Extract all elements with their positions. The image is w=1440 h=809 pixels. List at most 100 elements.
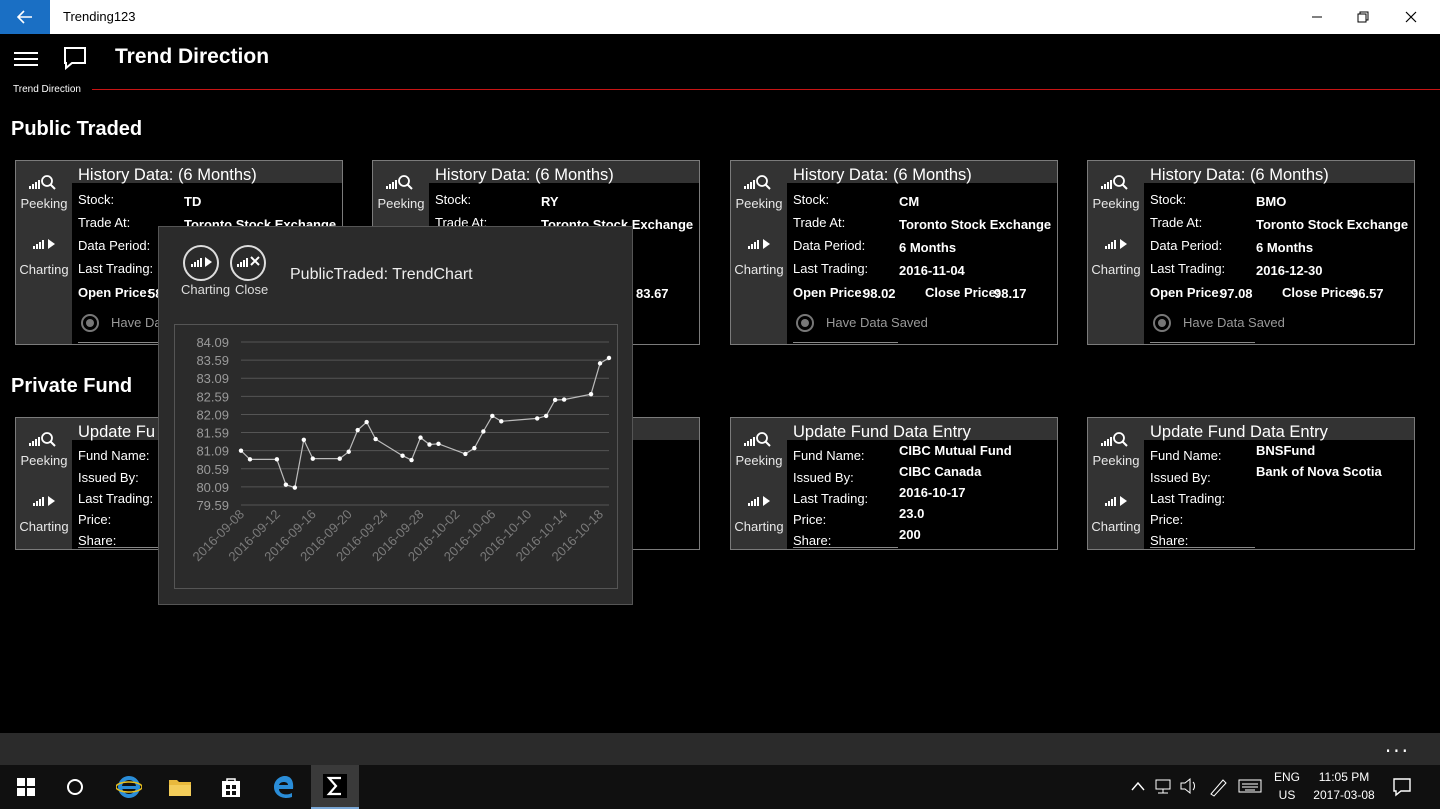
issued-by-value: CIBC Canada (899, 464, 982, 479)
windows-logo-icon (17, 778, 35, 796)
last-trading-label: Last Trading: (78, 261, 154, 276)
restore-button[interactable] (1340, 0, 1386, 34)
data-saved-label: Have Da (111, 315, 162, 330)
data-saved-indicator[interactable] (1153, 314, 1171, 332)
y-tick-label: 83.09 (196, 371, 229, 386)
private-fund-card[interactable]: Peeking Charting Update Fund Data Entry Fun… (1087, 417, 1415, 550)
charting-button[interactable]: Charting (16, 235, 72, 277)
close-price-value: 83.67 (636, 286, 669, 301)
trade-at-value: Toronto Stock Exchange (899, 217, 1052, 232)
peeking-label: Peeking (20, 196, 68, 211)
charting-button[interactable] (183, 245, 219, 281)
price-data-point (463, 451, 468, 457)
volume-icon[interactable] (1179, 777, 1199, 795)
cortana-icon (67, 779, 83, 795)
card-underline (793, 547, 898, 548)
close-popup-button[interactable] (230, 245, 266, 281)
card-title: Update Fund Data Entry (793, 423, 971, 441)
charting-button[interactable]: Charting (16, 492, 72, 534)
issued-by-label: Issued By: (1150, 470, 1211, 485)
public-traded-card[interactable]: Peeking Charting History Data: (6 Months) S… (730, 160, 1058, 345)
fund-name-value: BNSFund (1256, 443, 1316, 458)
card-title: Update Fu (78, 423, 156, 441)
peeking-button[interactable]: Peeking (16, 173, 72, 211)
clock-time[interactable]: 11:05 PM (1310, 770, 1378, 784)
share-value: 200 (899, 527, 921, 542)
card-side-panel: Peeking Charting (1088, 418, 1144, 549)
peeking-button[interactable]: Peeking (731, 430, 787, 468)
charting-label: Charting (19, 262, 69, 277)
price-data-point (301, 437, 307, 442)
price-data-point (409, 457, 414, 463)
more-button[interactable]: ... (1385, 733, 1410, 757)
y-tick-label: 81.09 (196, 444, 229, 459)
price-data-point (552, 397, 558, 403)
data-saved-indicator[interactable] (81, 314, 99, 332)
price-data-point (597, 361, 603, 366)
public-traded-card[interactable]: Peeking Charting History Data: (6 Months) S… (1087, 160, 1415, 345)
price-label: Price: (1150, 512, 1184, 527)
price-data-point (364, 419, 369, 425)
fund-name-value: CIBC Mutual Fund (899, 443, 1012, 458)
pen-icon[interactable] (1208, 777, 1228, 797)
data-period-value: 6 Months (899, 240, 957, 255)
charting-button[interactable]: Charting (1088, 492, 1144, 534)
close-price-value: 96.57 (1351, 286, 1384, 301)
language-indicator-top[interactable]: ENG (1274, 770, 1300, 784)
taskbar-store[interactable] (207, 765, 255, 809)
clock-date[interactable]: 2017-03-08 (1306, 788, 1382, 802)
card-side-panel: Peeking Charting (16, 161, 72, 344)
language-indicator-bottom[interactable]: US (1274, 788, 1300, 802)
close-window-button[interactable] (1388, 0, 1434, 34)
action-center-icon[interactable] (1392, 777, 1412, 797)
start-button[interactable] (2, 765, 50, 809)
back-button[interactable] (0, 0, 50, 34)
peeking-button[interactable]: Peeking (16, 430, 72, 468)
sigma-app-icon (323, 774, 347, 798)
data-saved-label: Have Data Saved (1183, 315, 1285, 330)
private-fund-card[interactable]: Peeking Charting Update Fund Data Entry Fun… (730, 417, 1058, 550)
breadcrumb[interactable]: Trend Direction (13, 84, 81, 95)
charting-label: Charting (19, 519, 69, 534)
charting-button[interactable]: Charting (1088, 235, 1144, 277)
chart-play-icon (1105, 239, 1127, 249)
taskbar-ie[interactable] (105, 765, 153, 809)
charting-label: Charting (181, 282, 231, 297)
peek-search-icon (29, 432, 56, 447)
trade-at-label: Trade At: (78, 215, 131, 230)
keyboard-icon[interactable] (1238, 779, 1262, 793)
charting-button[interactable]: Charting (731, 492, 787, 534)
share-label: Share: (1150, 533, 1189, 548)
y-tick-label: 80.59 (196, 462, 229, 477)
peeking-button[interactable]: Peeking (731, 173, 787, 211)
taskbar: ENG US 11:05 PM 2017-03-08 (0, 765, 1440, 809)
close-price-value: 98.17 (994, 286, 1027, 301)
taskbar-trending-app[interactable] (311, 765, 359, 809)
share-label: Share: (793, 533, 832, 548)
peeking-button[interactable]: Peeking (1088, 173, 1144, 211)
fund-name-label: Fund Name: (78, 448, 150, 463)
minimize-icon (1312, 16, 1322, 18)
card-title: Update Fund Data Entry (1150, 423, 1328, 441)
peeking-button[interactable]: Peeking (1088, 430, 1144, 468)
taskbar-file-explorer[interactable] (156, 765, 204, 809)
minimize-button[interactable] (1294, 0, 1340, 34)
app-title: Trending123 (63, 9, 136, 24)
last-trading-label: Last Trading: (793, 261, 869, 276)
chevron-up-icon[interactable] (1131, 780, 1145, 792)
close-price-label: Close Price: (1282, 285, 1358, 300)
price-data-point (436, 441, 441, 446)
stock-label: Stock: (793, 192, 830, 207)
y-tick-label: 81.59 (196, 426, 229, 441)
comment-icon[interactable] (63, 46, 87, 70)
network-icon[interactable] (1154, 778, 1174, 796)
data-saved-indicator[interactable] (796, 314, 814, 332)
cortana-button[interactable] (51, 765, 99, 809)
issued-by-label: Issued By: (793, 470, 854, 485)
charting-button[interactable]: Charting (731, 235, 787, 277)
price-data-point (355, 427, 360, 433)
hamburger-menu-button[interactable] (14, 52, 38, 68)
peeking-button[interactable]: Peeking (373, 173, 429, 211)
taskbar-edge[interactable] (260, 765, 308, 809)
card-underline (793, 342, 898, 343)
